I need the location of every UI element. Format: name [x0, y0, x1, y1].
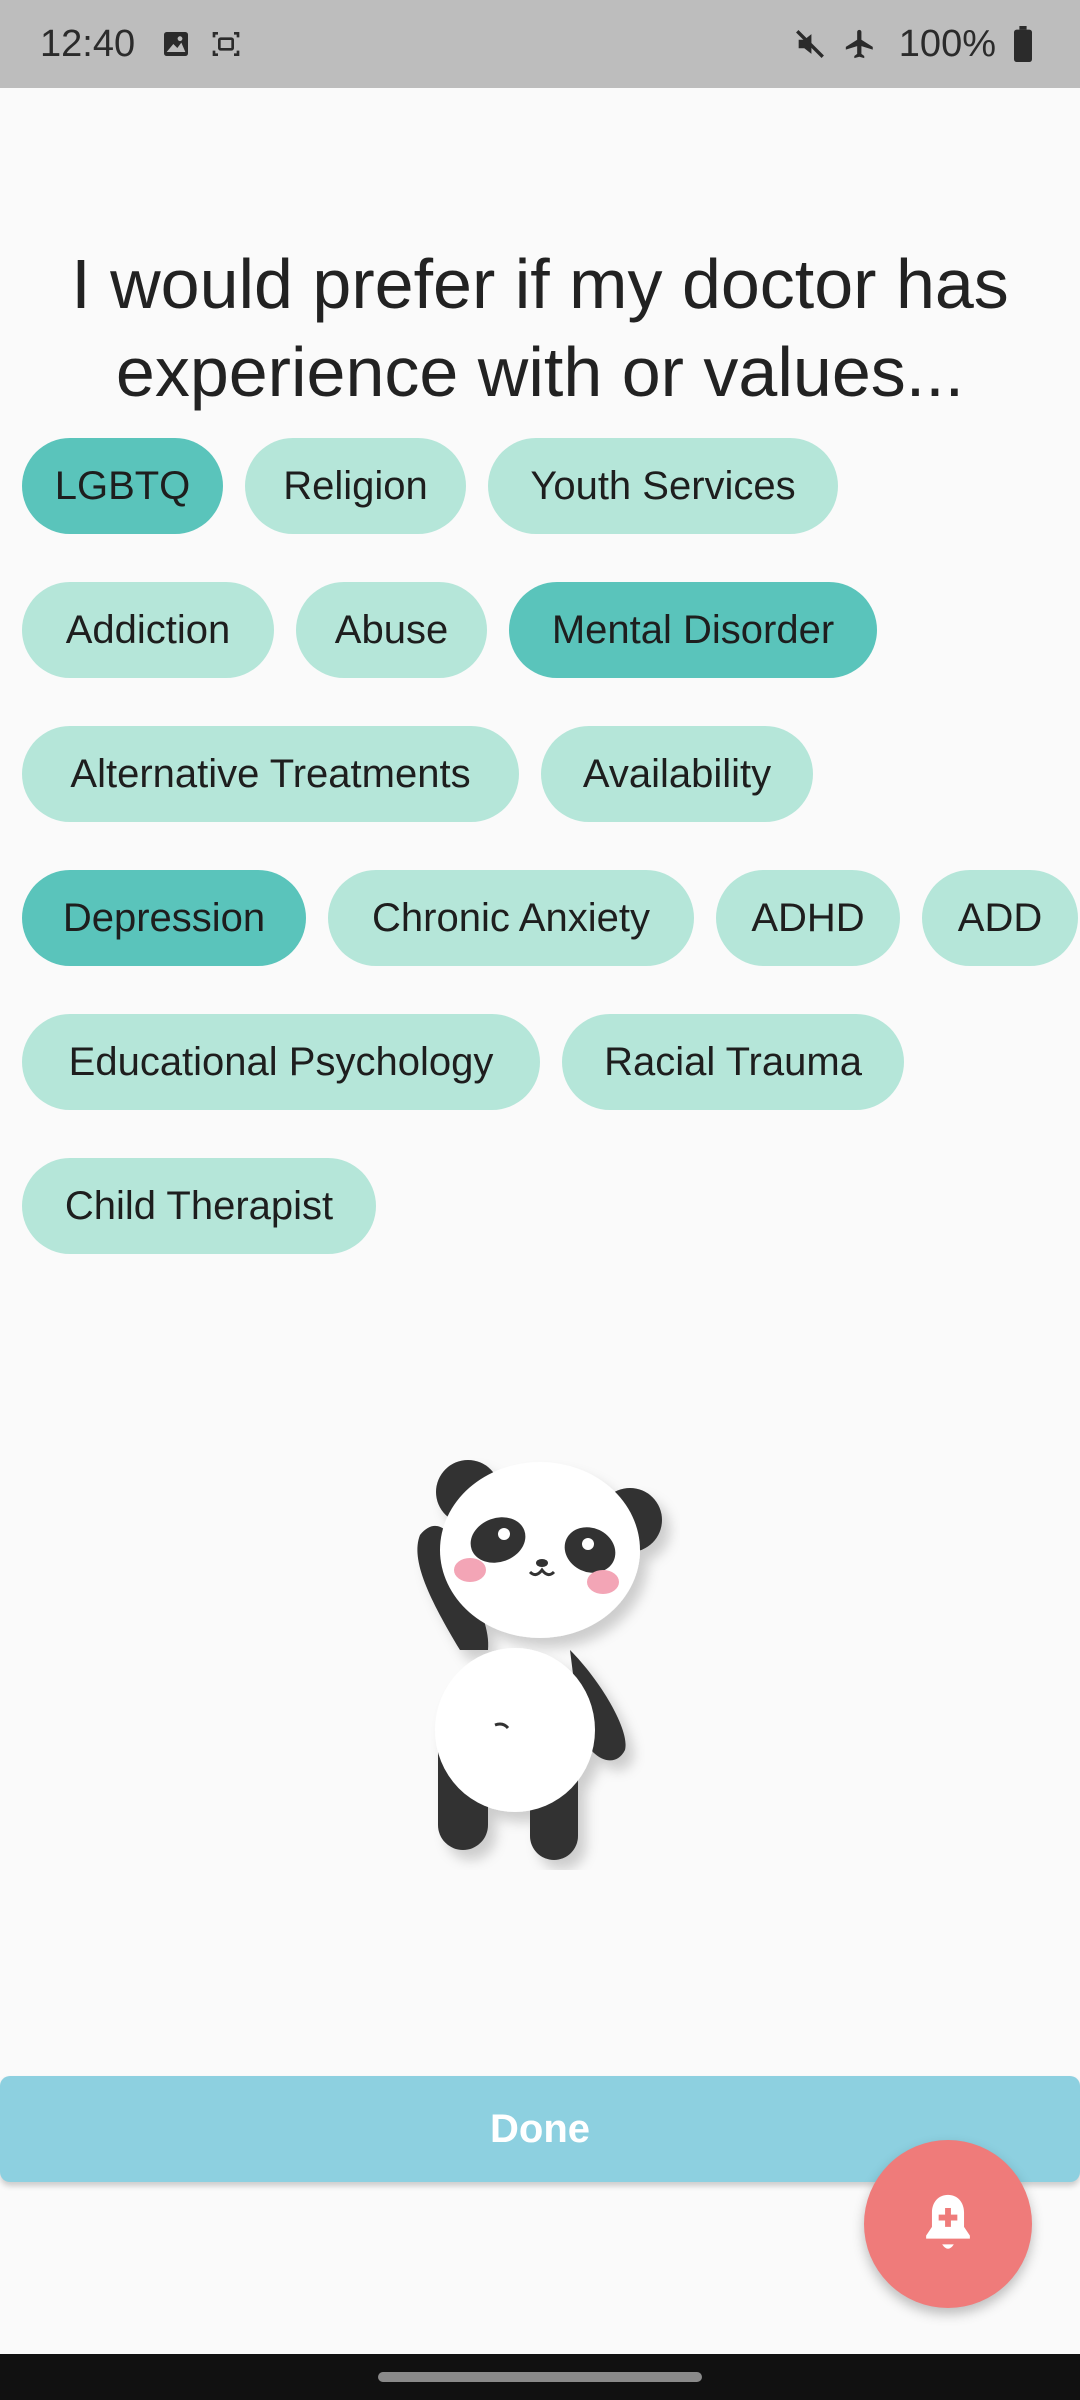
chip-lgbtq[interactable]: LGBTQ [22, 438, 223, 534]
status-right: 100% [793, 23, 1040, 66]
chip-availability[interactable]: Availability [541, 726, 813, 822]
chip-chronic-anxiety[interactable]: Chronic Anxiety [328, 870, 694, 966]
chip-add[interactable]: ADD [922, 870, 1078, 966]
chip-depression[interactable]: Depression [22, 870, 306, 966]
chip-racial-trauma[interactable]: Racial Trauma [562, 1014, 904, 1110]
screenshot-icon [209, 27, 243, 61]
chip-abuse[interactable]: Abuse [296, 582, 487, 678]
battery-icon [1006, 26, 1040, 62]
mute-icon [793, 27, 827, 61]
status-time: 12:40 [40, 22, 136, 65]
chip-addiction[interactable]: Addiction [22, 582, 274, 678]
chip-adhd[interactable]: ADHD [716, 870, 900, 966]
panda-illustration [417, 1460, 662, 1860]
chip-educational-psychology[interactable]: Educational Psychology [22, 1014, 540, 1110]
add-alert-button[interactable] [864, 2140, 1032, 2308]
status-bar: 12:40 100% [0, 0, 1080, 88]
chip-religion[interactable]: Religion [245, 438, 466, 534]
navigation-bar [0, 2354, 1080, 2400]
home-handle[interactable] [378, 2372, 702, 2382]
airplane-icon [843, 27, 877, 61]
battery-percent: 100% [898, 22, 996, 65]
chip-mental-disorder[interactable]: Mental Disorder [509, 582, 877, 678]
page-title: I would prefer if my doctor has experien… [71, 245, 1009, 411]
image-icon [159, 27, 193, 61]
chip-child-therapist[interactable]: Child Therapist [22, 1158, 376, 1254]
chip-alternative-treatments[interactable]: Alternative Treatments [22, 726, 519, 822]
add-alert-icon [926, 2194, 970, 2249]
screen: 12:40 100% I would prefer if my doctor h… [0, 0, 1080, 2400]
chip-youth-services[interactable]: Youth Services [488, 438, 838, 534]
